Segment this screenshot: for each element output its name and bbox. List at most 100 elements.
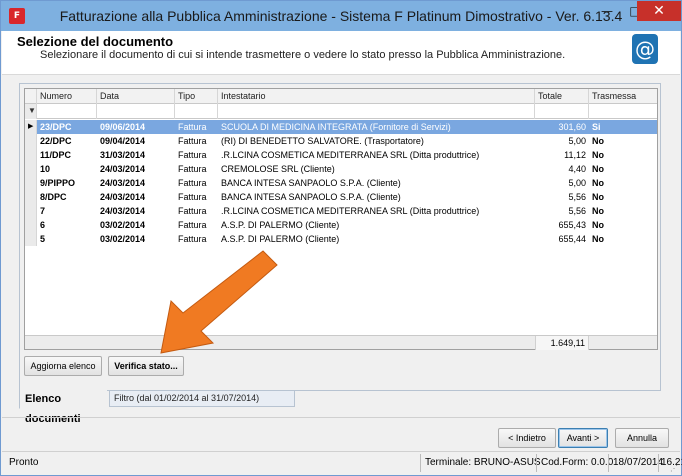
cell-tipo: Fattura (178, 122, 207, 132)
cell-numero: 9/PIPPO (40, 178, 76, 188)
avanti-button[interactable]: Avanti > (558, 428, 608, 448)
filter-tipo[interactable] (175, 104, 218, 119)
cell-trasmessa: No (592, 164, 604, 174)
table-row[interactable]: 5 03/02/2014 Fattura A.S.P. DI PALERMO (Cli… (25, 232, 657, 246)
cell-data: 24/03/2014 (100, 192, 146, 202)
column-header-data[interactable]: Data (97, 89, 175, 104)
column-header-tipo[interactable]: Tipo (175, 89, 218, 104)
cell-totale: 301,60 (558, 122, 586, 132)
wizard-header: Selezione del documento Selezionare il d… (2, 31, 680, 75)
row-indicator[interactable] (25, 162, 37, 176)
row-indicator[interactable] (25, 218, 37, 232)
filter-icon[interactable]: ▼ (27, 106, 37, 116)
cell-numero: 11/DPC (40, 150, 72, 160)
cell-totale: 655,44 (558, 234, 586, 244)
status-date: 18/07/2014 (608, 454, 663, 472)
grid-filter-row: ▼ (25, 104, 657, 119)
cell-numero: 22/DPC (40, 136, 72, 146)
resize-grip-icon[interactable]: ⋰ (670, 464, 678, 473)
table-row[interactable]: 11/DPC 31/03/2014 Fattura .R.LCINA COSMETIC… (25, 148, 657, 162)
cell-trasmessa: No (592, 178, 604, 188)
tab-filtro[interactable]: Filtro (dal 01/02/2014 al 31/07/2014) (109, 390, 295, 407)
cell-data: 24/03/2014 (100, 164, 146, 174)
documents-grid[interactable]: Numero Data Tipo Intestatario Totale Tra… (24, 88, 658, 350)
cell-data: 03/02/2014 (100, 220, 146, 230)
row-indicator[interactable] (25, 204, 37, 218)
cell-numero: 6 (40, 220, 46, 230)
cell-intestatario: SCUOLA DI MEDICINA INTEGRATA (Fornitore … (221, 122, 451, 132)
aggiorna-elenco-button[interactable]: Aggiorna elenco (24, 356, 102, 376)
cell-intestatario: CREMOLOSE SRL (Cliente) (221, 164, 335, 174)
status-terminal: Terminale: BRUNO-ASUS (420, 454, 541, 472)
cell-numero: 8/DPC (40, 192, 67, 202)
table-row[interactable]: 6 03/02/2014 Fattura A.S.P. DI PALERMO (Cli… (25, 218, 657, 232)
cell-intestatario: .R.LCINA COSMETICA MEDITERRANEA SRL (Dit… (221, 150, 480, 160)
cell-tipo: Fattura (178, 164, 207, 174)
minimize-button[interactable]: — (593, 1, 621, 21)
cell-data: 24/03/2014 (100, 178, 146, 188)
filter-totale[interactable] (535, 104, 589, 119)
cell-totale: 5,56 (568, 192, 586, 202)
row-indicator[interactable] (25, 190, 37, 204)
cell-tipo: Fattura (178, 220, 207, 230)
current-row-arrow-icon: ▶ (28, 123, 34, 130)
cell-totale: 5,56 (568, 206, 586, 216)
grid-header: Numero Data Tipo Intestatario Totale Tra… (25, 89, 657, 104)
cell-data: 31/03/2014 (100, 150, 146, 160)
filter-data[interactable] (97, 104, 175, 119)
row-indicator[interactable] (25, 232, 37, 246)
row-indicator[interactable] (25, 176, 37, 190)
window-title: Fatturazione alla Pubblica Amministrazio… (59, 8, 623, 24)
grid-summary-row: 1.649,11 (25, 335, 657, 350)
header-indicator-cell (25, 89, 37, 104)
bottom-tabs: Elenco documenti Filtro (dal 01/02/2014 … (19, 389, 661, 425)
footer-divider (2, 417, 680, 418)
row-indicator[interactable] (25, 148, 37, 162)
table-row[interactable]: 7 24/03/2014 Fattura .R.LCINA COSMETICA MED… (25, 204, 657, 218)
annulla-button[interactable]: Annulla (615, 428, 669, 448)
cell-trasmessa: No (592, 136, 604, 146)
cell-intestatario: .R.LCINA COSMETICA MEDITERRANEA SRL (Dit… (221, 206, 480, 216)
status-text: Pronto (9, 457, 39, 468)
verifica-stato-button[interactable]: Verifica stato... (108, 356, 184, 376)
table-row[interactable]: 8/DPC 24/03/2014 Fattura BANCA INTESA SANP… (25, 190, 657, 204)
filter-indicator-cell[interactable]: ▼ (25, 104, 37, 119)
column-header-numero[interactable]: Numero (37, 89, 97, 104)
cell-tipo: Fattura (178, 178, 207, 188)
close-button[interactable]: ✕ (637, 1, 681, 21)
cell-trasmessa: No (592, 192, 604, 202)
table-row[interactable]: 9/PIPPO 24/03/2014 Fattura BANCA INTESA SA… (25, 176, 657, 190)
column-header-trasmessa[interactable]: Trasmessa (589, 89, 657, 104)
cell-totale: 5,00 (568, 178, 586, 188)
table-row[interactable]: 10 24/03/2014 Fattura CREMOLOSE SRL (Clien… (25, 162, 657, 176)
cell-tipo: Fattura (178, 136, 207, 146)
table-row[interactable]: 22/DPC 09/04/2014 Fattura (RI) DI BENEDETTO… (25, 134, 657, 148)
row-indicator[interactable]: ▶ (25, 120, 37, 134)
indietro-button[interactable]: < Indietro (498, 428, 556, 448)
filter-intestatario[interactable] (218, 104, 535, 119)
cell-intestatario: (RI) DI BENEDETTO SALVATORE. (Trasportat… (221, 136, 424, 146)
cell-trasmessa: No (592, 234, 604, 244)
filter-trasmessa[interactable] (589, 104, 657, 119)
tab-elenco-documenti[interactable]: Elenco documenti (19, 389, 107, 425)
status-codform: Cod.Form: 0.0.0 (536, 454, 613, 472)
cell-trasmessa: No (592, 206, 604, 216)
row-indicator[interactable] (25, 134, 37, 148)
cell-trasmessa: Si (592, 122, 601, 132)
cell-data: 09/06/2014 (100, 122, 146, 132)
column-header-intestatario[interactable]: Intestatario (218, 89, 535, 104)
cell-numero: 10 (40, 164, 51, 174)
column-header-totale[interactable]: Totale (535, 89, 589, 104)
documents-panel: Numero Data Tipo Intestatario Totale Tra… (19, 83, 661, 391)
filter-numero[interactable] (37, 104, 97, 119)
cell-numero: 5 (40, 234, 46, 244)
cell-data: 09/04/2014 (100, 136, 146, 146)
table-row[interactable]: ▶ 23/DPC 09/06/2014 Fattura SCUOLA DI MEDICI… (25, 120, 657, 134)
cell-intestatario: BANCA INTESA SANPAOLO S.P.A. (Cliente) (221, 192, 401, 202)
cell-totale: 4,40 (568, 164, 586, 174)
title-bar[interactable]: F Fatturazione alla Pubblica Amministraz… (1, 1, 681, 31)
summary-total: 1.649,11 (535, 336, 589, 350)
cell-intestatario: BANCA INTESA SANPAOLO S.P.A. (Cliente) (221, 178, 401, 188)
status-bar: Pronto Terminale: BRUNO-ASUS Cod.Form: 0… (2, 451, 682, 475)
page-subtitle: Selezionare il documento di cui si inten… (40, 49, 566, 61)
